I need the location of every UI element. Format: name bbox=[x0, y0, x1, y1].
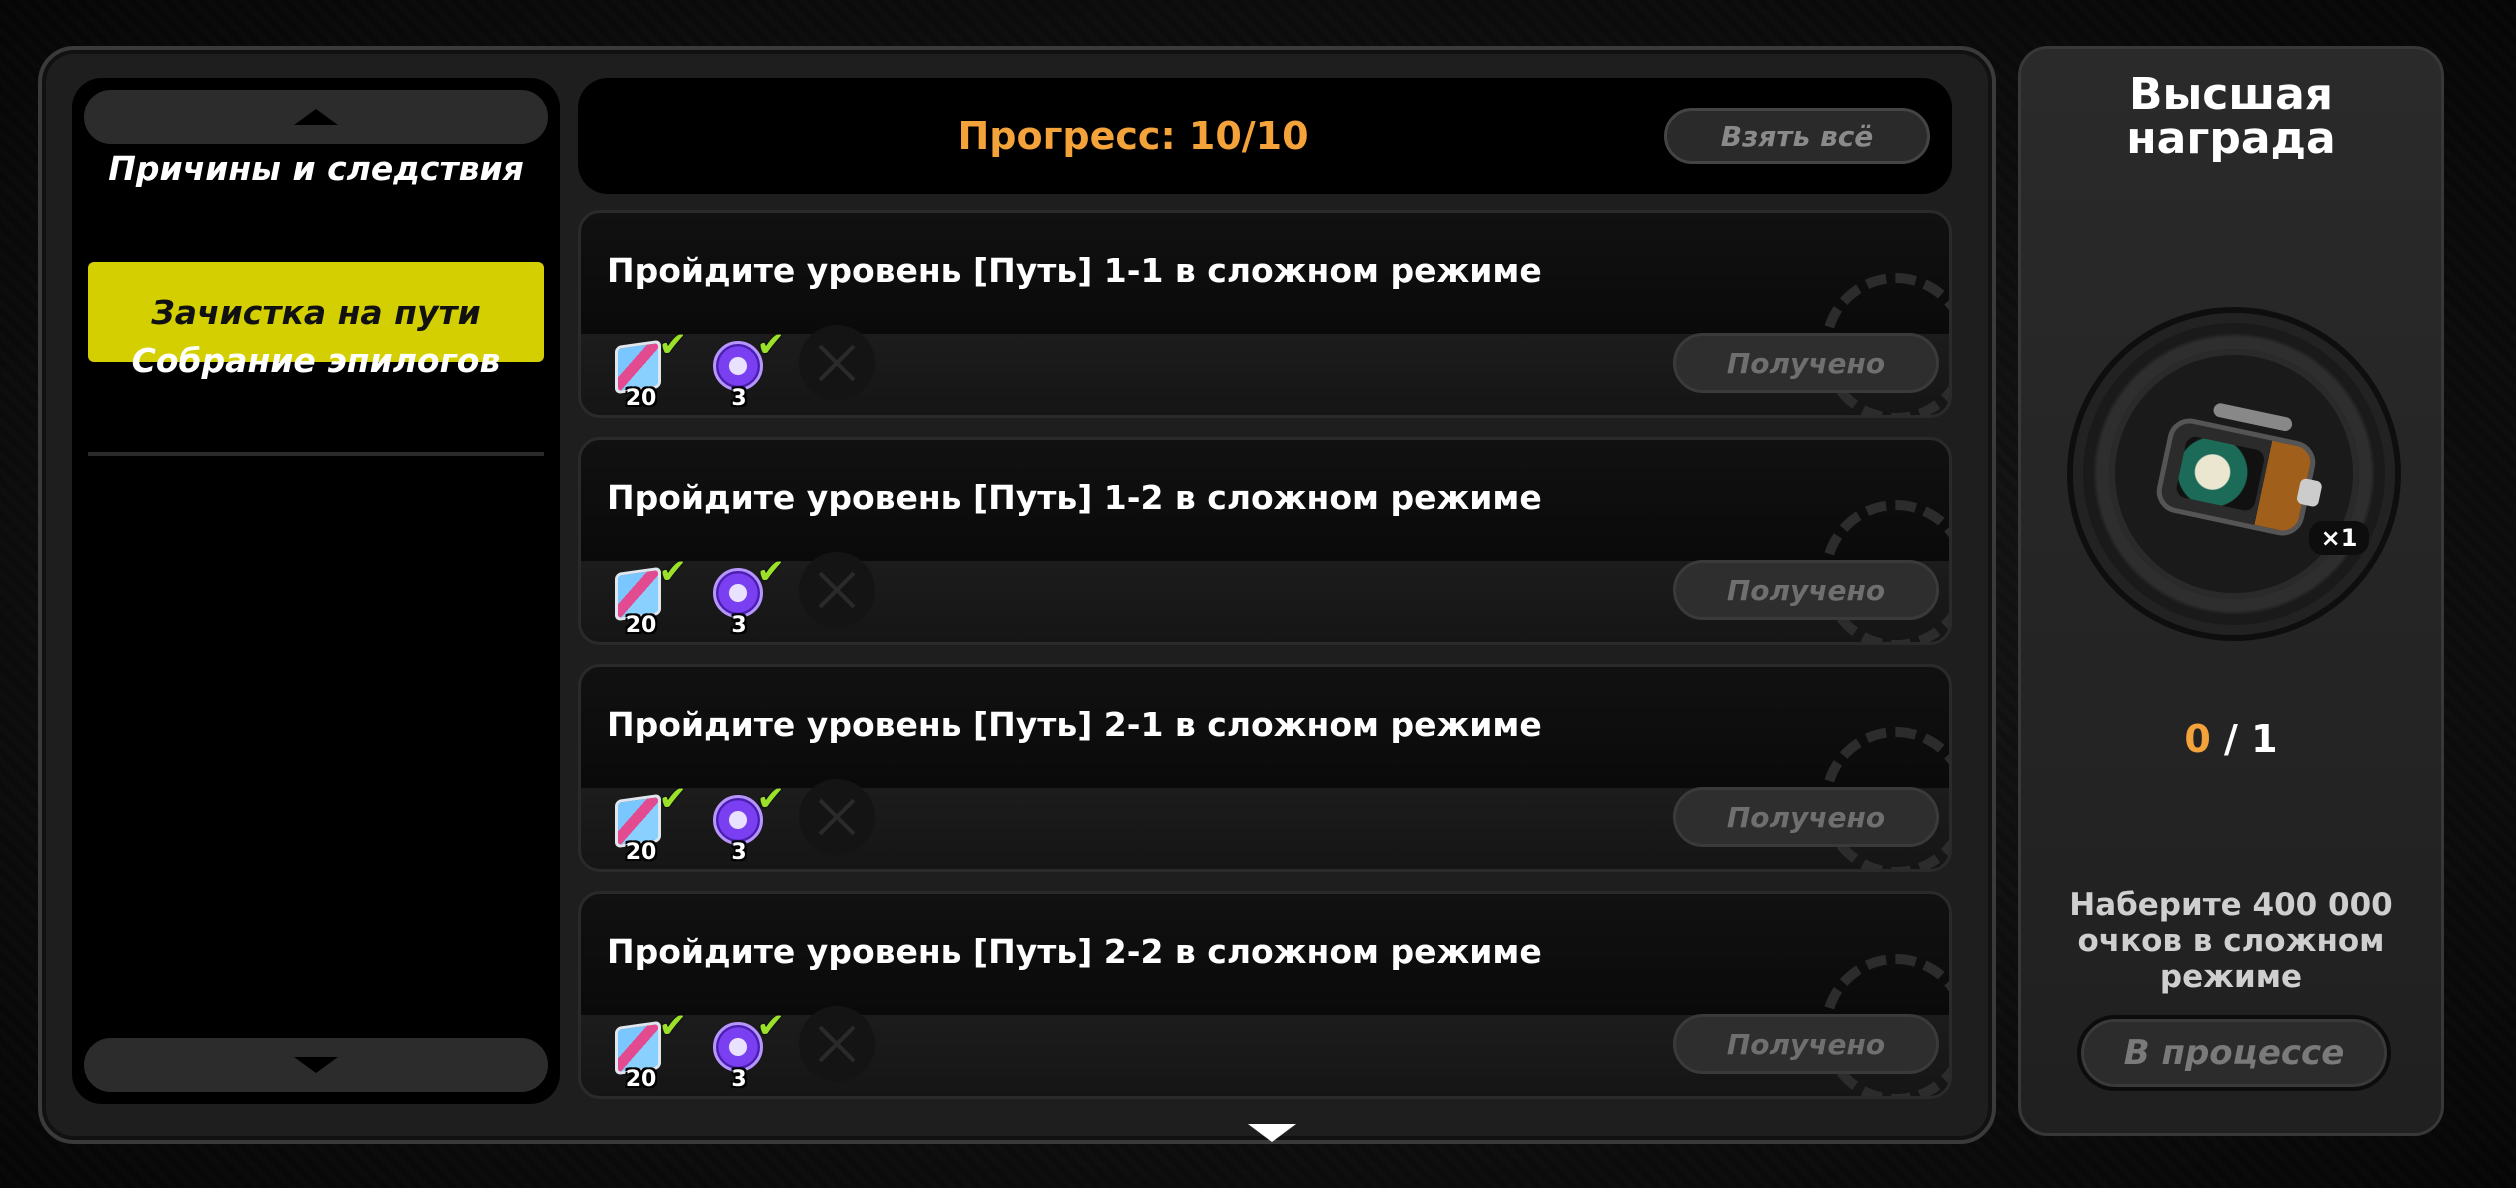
check-icon: ✔ bbox=[658, 325, 688, 365]
scroll-down-arrow-icon[interactable] bbox=[1248, 1124, 1296, 1142]
task-title: Пройдите уровень [Путь] 2-2 в сложном ре… bbox=[607, 932, 1542, 971]
reward-film[interactable]: ✔ 20 bbox=[611, 552, 687, 638]
reward-count: 3 bbox=[731, 613, 747, 638]
task-row: Пройдите уровень [Путь] 1-1 в сложном ре… bbox=[578, 210, 1952, 418]
top-reward-description: Наберите 400 000 очков в сложном режиме bbox=[2069, 887, 2393, 995]
task-title: Пройдите уровень [Путь] 1-2 в сложном ре… bbox=[607, 478, 1542, 517]
sidebar: Причины и следствия Зачистка на пути Соб… bbox=[72, 78, 560, 1104]
empty-slot-icon bbox=[799, 552, 875, 628]
reward-film[interactable]: ✔ 20 bbox=[611, 325, 687, 411]
chip-icon bbox=[713, 1022, 763, 1072]
take-all-button[interactable]: Взять всё bbox=[1664, 108, 1930, 164]
check-icon: ✔ bbox=[756, 325, 786, 365]
received-button[interactable]: Получено bbox=[1673, 333, 1939, 393]
reward-chip[interactable]: ✔ 3 bbox=[709, 1006, 785, 1092]
reward-count: 3 bbox=[731, 1067, 747, 1092]
check-icon: ✔ bbox=[658, 779, 688, 819]
sidebar-item-label: Собрание эпилогов bbox=[131, 340, 501, 380]
reward-count: 20 bbox=[625, 386, 657, 411]
sidebar-divider bbox=[88, 452, 544, 456]
medallion-inner: ×1 bbox=[2109, 349, 2369, 599]
reward-count: 20 bbox=[625, 1067, 657, 1092]
reward-counter: 0 / 1 bbox=[2184, 717, 2278, 761]
item-quantity-badge: ×1 bbox=[2309, 521, 2369, 555]
sidebar-item-causes[interactable]: Причины и следствия bbox=[88, 118, 544, 218]
reward-count: 20 bbox=[625, 613, 657, 638]
task-row: Пройдите уровень [Путь] 1-2 в сложном ре… bbox=[578, 437, 1952, 645]
sidebar-scroll-down-button[interactable] bbox=[84, 1038, 548, 1092]
check-icon: ✔ bbox=[756, 779, 786, 819]
check-icon: ✔ bbox=[756, 1006, 786, 1046]
task-title: Пройдите уровень [Путь] 2-1 в сложном ре… bbox=[607, 705, 1542, 744]
empty-slot-icon bbox=[799, 1006, 875, 1082]
received-button[interactable]: Получено bbox=[1673, 560, 1939, 620]
check-icon: ✔ bbox=[658, 1006, 688, 1046]
reward-chip[interactable]: ✔ 3 bbox=[709, 325, 785, 411]
reward-medallion[interactable]: ×1 bbox=[2073, 313, 2395, 635]
arrow-down-icon bbox=[294, 1057, 338, 1073]
task-row: Пройдите уровень [Путь] 2-2 в сложном ре… bbox=[578, 891, 1952, 1099]
top-reward-title: Высшая награда bbox=[2126, 69, 2336, 164]
sidebar-item-label: Причины и следствия bbox=[108, 148, 524, 188]
sidebar-item-epilogues[interactable]: Собрание эпилогов bbox=[88, 310, 544, 410]
empty-slot-icon bbox=[799, 325, 875, 401]
check-icon: ✔ bbox=[658, 552, 688, 592]
received-button[interactable]: Получено bbox=[1673, 1014, 1939, 1074]
radio-item-icon bbox=[2152, 402, 2323, 540]
chip-icon bbox=[713, 795, 763, 845]
received-button[interactable]: Получено bbox=[1673, 787, 1939, 847]
progress-header: Прогресс: 10/10 Взять всё bbox=[578, 78, 1952, 194]
reward-count: 20 bbox=[625, 840, 657, 865]
task-row: Пройдите уровень [Путь] 2-1 в сложном ре… bbox=[578, 664, 1952, 872]
chip-icon bbox=[713, 568, 763, 618]
in-progress-button[interactable]: В процессе bbox=[2077, 1015, 2391, 1091]
empty-slot-icon bbox=[799, 779, 875, 855]
task-title: Пройдите уровень [Путь] 1-1 в сложном ре… bbox=[607, 251, 1542, 290]
reward-film[interactable]: ✔ 20 bbox=[611, 1006, 687, 1092]
progress-label: Прогресс: 10/10 bbox=[957, 114, 1309, 158]
top-reward-panel: Высшая награда ×1 0 / 1 Наберите 400 000… bbox=[2018, 46, 2444, 1136]
reward-film[interactable]: ✔ 20 bbox=[611, 779, 687, 865]
reward-chip[interactable]: ✔ 3 bbox=[709, 552, 785, 638]
check-icon: ✔ bbox=[756, 552, 786, 592]
reward-count: 3 bbox=[731, 386, 747, 411]
reward-chip[interactable]: ✔ 3 bbox=[709, 779, 785, 865]
chip-icon bbox=[713, 341, 763, 391]
reward-count: 3 bbox=[731, 840, 747, 865]
